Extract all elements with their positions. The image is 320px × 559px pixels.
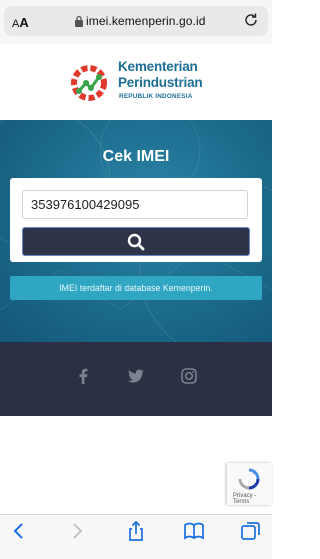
twitter-icon[interactable]	[128, 368, 144, 384]
aa-big: A	[19, 15, 29, 30]
instagram-icon[interactable]	[181, 368, 197, 384]
url-text: imei.kemenperin.go.id	[86, 14, 206, 28]
recaptcha-links[interactable]: Privacy - Terms	[233, 493, 272, 505]
imei-input[interactable]	[22, 190, 248, 219]
search-icon	[127, 233, 145, 251]
share-icon[interactable]	[125, 520, 147, 542]
logo-text-kementerian: Kementerian	[118, 59, 198, 74]
logo-text-republik: REPUBLIK INDONESIA	[119, 93, 193, 100]
text-size-button[interactable]: AA	[12, 15, 29, 30]
result-message: IMEI terdaftar di database Kemenperin.	[10, 276, 262, 300]
kemenperin-logo-icon[interactable]	[66, 60, 112, 106]
facebook-icon[interactable]	[75, 368, 91, 384]
search-button[interactable]	[22, 227, 250, 256]
back-icon[interactable]	[8, 520, 30, 542]
lock-icon	[75, 15, 83, 27]
browser-address-bar: AA imei.kemenperin.go.id	[0, 0, 272, 44]
logo-text-perindustrian: Perindustrian	[118, 75, 203, 90]
page-title: Cek IMEI	[102, 148, 170, 165]
bookmarks-icon[interactable]	[183, 520, 205, 542]
tabs-icon[interactable]	[240, 520, 262, 542]
recaptcha-icon	[238, 468, 260, 490]
recaptcha-badge[interactable]: Privacy - Terms	[227, 463, 272, 505]
reload-icon[interactable]	[243, 12, 259, 28]
forward-icon[interactable]	[66, 520, 88, 542]
